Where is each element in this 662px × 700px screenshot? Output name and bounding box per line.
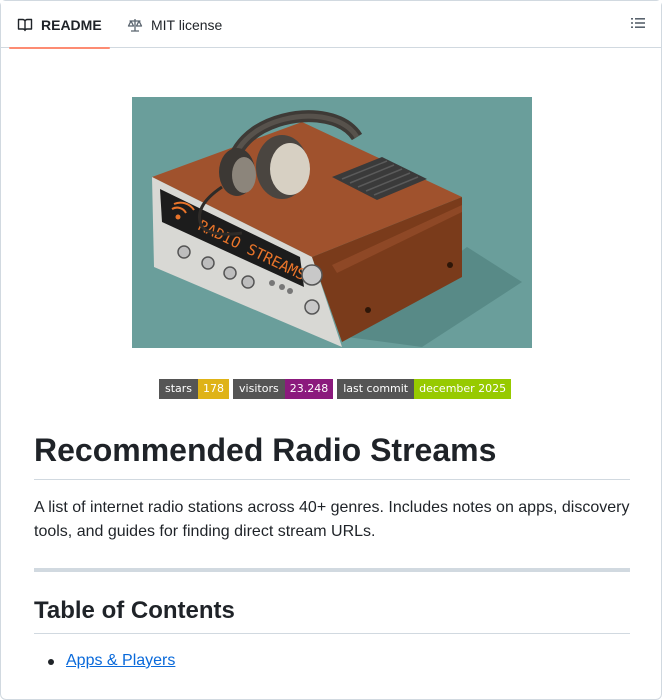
scale-icon: [127, 17, 143, 33]
last-commit-badge-key: last commit: [337, 379, 415, 399]
visitors-badge-value: 23.248: [284, 379, 334, 399]
visitors-badge-key: visitors: [233, 379, 285, 399]
radio-illustration: RADIO STREAMS: [132, 97, 532, 348]
readme-title: Recommended Radio Streams: [34, 429, 630, 480]
stars-badge-value: 178: [198, 379, 230, 399]
stars-badge[interactable]: stars 178: [159, 379, 230, 399]
tab-readme[interactable]: README: [9, 1, 110, 49]
badge-row: stars 178 visitors 23.248 last commit de…: [159, 379, 512, 399]
toc-heading: Table of Contents: [34, 595, 630, 634]
visitors-badge[interactable]: visitors 23.248: [233, 379, 334, 399]
section-divider: [34, 568, 630, 572]
outline-button[interactable]: [627, 14, 649, 36]
tab-license[interactable]: MIT license: [119, 1, 230, 48]
tab-license-label: MIT license: [151, 16, 223, 33]
toc-link-apps-players[interactable]: Apps & Players: [66, 652, 175, 669]
tab-readme-label: README: [41, 16, 102, 33]
book-icon: [17, 17, 33, 33]
toc-item: Apps & Players: [34, 649, 630, 673]
list-icon: [630, 15, 646, 36]
readme-tab-bar: README MIT license: [1, 1, 661, 49]
last-commit-badge-value: december 2025: [414, 379, 512, 399]
hero-image: RADIO STREAMS: [132, 97, 532, 348]
stars-badge-key: stars: [159, 379, 199, 399]
last-commit-badge[interactable]: last commit december 2025: [337, 379, 512, 399]
readme-panel: README MIT license RADIO STREAMS stars 1…: [0, 0, 662, 700]
toc-list: Apps & Players: [34, 649, 630, 673]
readme-intro: A list of internet radio stations across…: [34, 499, 630, 540]
